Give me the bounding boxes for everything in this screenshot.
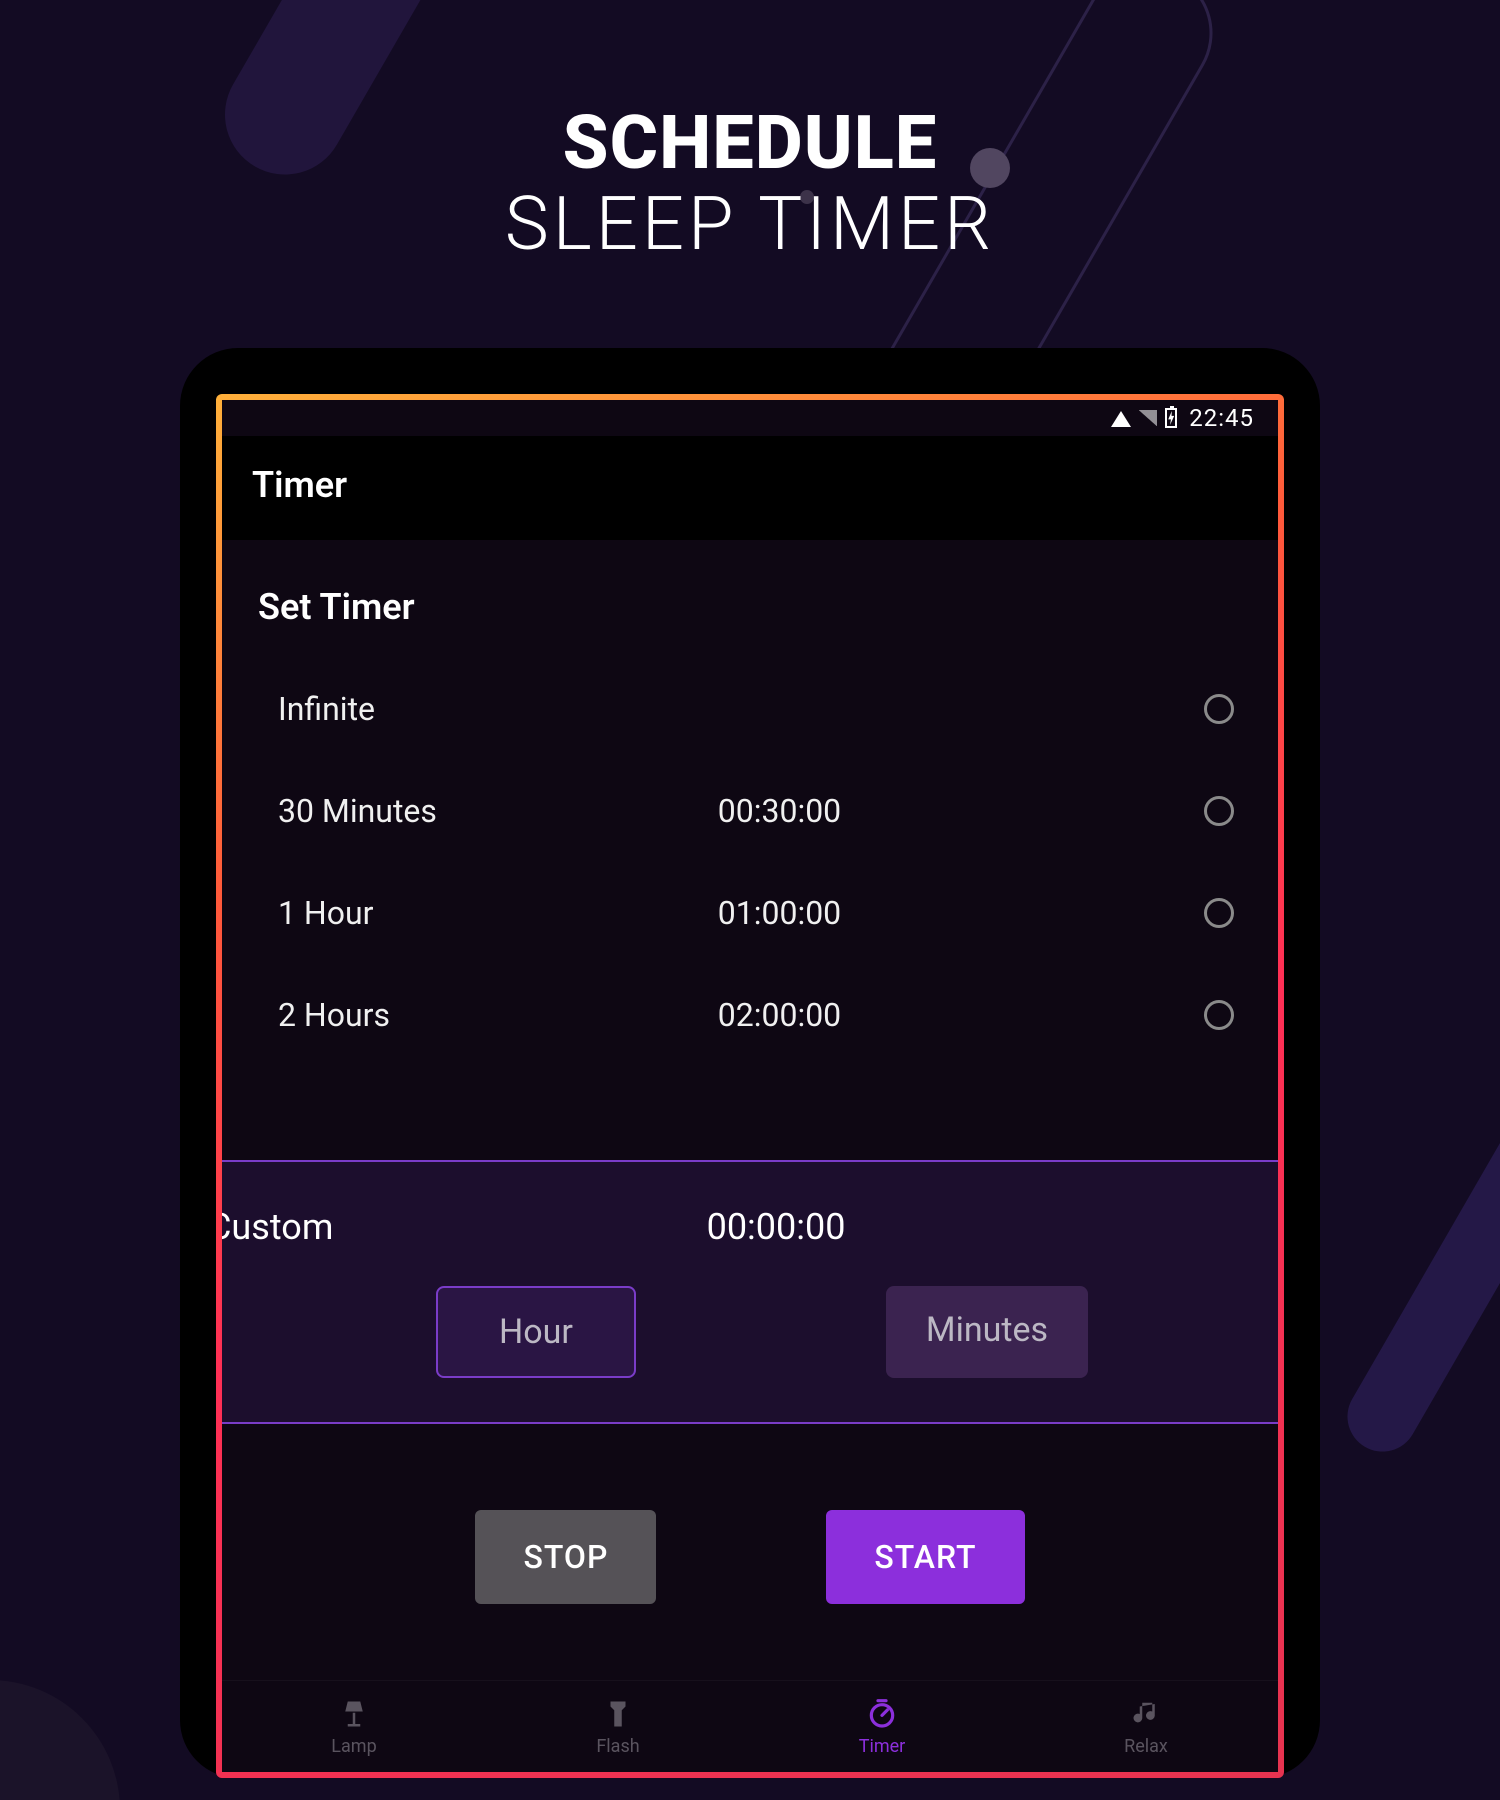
custom-value: 00:00:00	[707, 1206, 1150, 1248]
option-label: Infinite	[278, 690, 718, 728]
minutes-button[interactable]: Minutes	[886, 1286, 1088, 1378]
flashlight-icon	[600, 1696, 636, 1732]
hour-button[interactable]: Hour	[436, 1286, 636, 1378]
timer-icon	[864, 1696, 900, 1732]
promo-heading-line1: SCHEDULE	[0, 100, 1500, 187]
promo-heading: SCHEDULE SLEEP TIMER	[0, 0, 1500, 268]
nav-lamp[interactable]: Lamp	[222, 1681, 486, 1772]
nav-label: Timer	[859, 1736, 906, 1757]
option-value: 00:30:00	[718, 792, 1100, 830]
nav-label: Relax	[1124, 1736, 1168, 1757]
option-label: 2 Hours	[278, 996, 718, 1034]
page-title: Timer	[222, 436, 1278, 540]
timer-option-2hours[interactable]: 2 Hours 02:00:00	[222, 964, 1278, 1066]
tablet-bezel: 22:45 Timer Set Timer Infinite 30 Minute…	[180, 348, 1320, 1778]
timer-option-1hour[interactable]: 1 Hour 01:00:00	[222, 862, 1278, 964]
status-time: 22:45	[1189, 404, 1254, 432]
nav-label: Flash	[596, 1736, 639, 1757]
signal-icon	[1139, 410, 1157, 426]
nav-relax[interactable]: Relax	[1014, 1681, 1278, 1772]
status-bar: 22:45	[222, 400, 1278, 436]
bottom-nav: Lamp Flash Timer	[222, 1680, 1278, 1772]
radio-unchecked-icon	[1204, 898, 1234, 928]
radio-unchecked-icon	[1204, 694, 1234, 724]
screen-border: 22:45 Timer Set Timer Infinite 30 Minute…	[216, 394, 1284, 1778]
wifi-icon	[1111, 411, 1131, 427]
timer-option-custom[interactable]: Custom 00:00:00 Hour Minutes	[222, 1160, 1278, 1424]
nav-label: Lamp	[331, 1736, 376, 1757]
section-title: Set Timer	[222, 540, 1278, 658]
option-label: 1 Hour	[278, 894, 718, 932]
timer-option-30min[interactable]: 30 Minutes 00:30:00	[222, 760, 1278, 862]
timer-option-infinite[interactable]: Infinite	[222, 658, 1278, 760]
radio-unchecked-icon	[1204, 1000, 1234, 1030]
stop-button[interactable]: STOP	[475, 1510, 656, 1604]
device-frame: 22:45 Timer Set Timer Infinite 30 Minute…	[180, 348, 1320, 1778]
option-value: 01:00:00	[718, 894, 1100, 932]
promo-heading-line2: SLEEP TIMER	[0, 181, 1500, 268]
music-icon	[1128, 1696, 1164, 1732]
custom-label: Custom	[222, 1206, 707, 1248]
start-button[interactable]: START	[826, 1510, 1024, 1604]
radio-unchecked-icon	[1204, 796, 1234, 826]
option-value: 02:00:00	[718, 996, 1100, 1034]
option-label: 30 Minutes	[278, 792, 718, 830]
nav-timer[interactable]: Timer	[750, 1681, 1014, 1772]
lamp-icon	[336, 1696, 372, 1732]
battery-charging-icon	[1165, 408, 1177, 428]
nav-flash[interactable]: Flash	[486, 1681, 750, 1772]
app-screen: 22:45 Timer Set Timer Infinite 30 Minute…	[222, 400, 1278, 1772]
